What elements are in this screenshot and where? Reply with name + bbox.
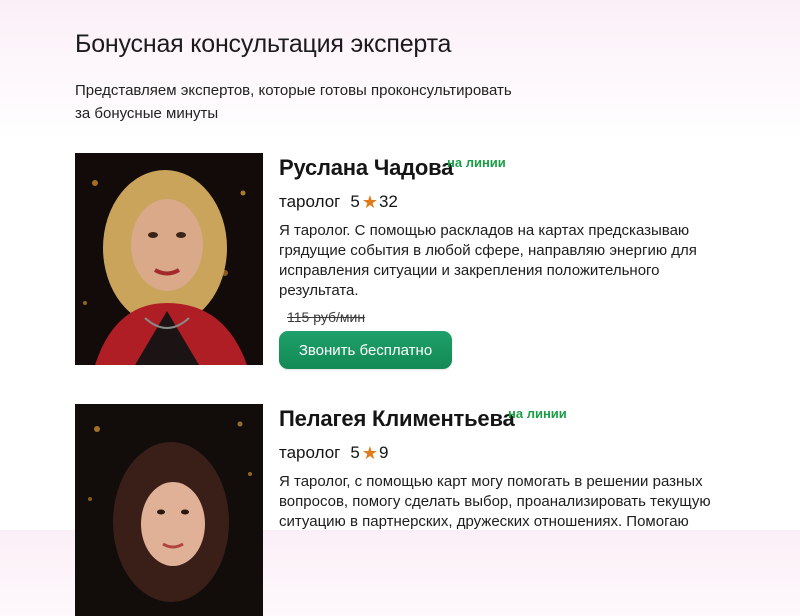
page: Бонусная консультация эксперта Представл…: [0, 0, 800, 616]
expert-role: таролог: [279, 192, 341, 211]
star-icon: ★: [361, 191, 378, 212]
expert-description: Я таролог, с помощью карт могу помогать …: [279, 473, 711, 530]
expert-photo[interactable]: [75, 153, 263, 365]
expert-description: Я таролог. С помощью раскладов на картах…: [279, 222, 697, 299]
expert-meta: таролог 5 ★ 32: [279, 189, 739, 215]
old-price: 115 руб/мин: [287, 309, 366, 325]
expert-meta: таролог 5 ★ 9: [279, 440, 739, 466]
star-icon: ★: [361, 442, 378, 463]
name-row: Пелагея Климентьева на линии: [279, 404, 739, 438]
expert-reviews-count: 9: [378, 443, 389, 462]
page-title: Бонусная консультация эксперта: [75, 30, 452, 58]
name-row: Руслана Чадова на линии: [279, 153, 739, 187]
expert-reviews-count: 32: [378, 192, 398, 211]
online-status-badge: на линии: [447, 155, 506, 170]
expert-name[interactable]: Пелагея Климентьева: [279, 406, 515, 432]
subtitle-line-1: Представляем экспертов, которые готовы п…: [75, 82, 512, 99]
expert-info: Руслана Чадова на линии таролог 5 ★ 32 Я…: [279, 153, 739, 369]
subtitle-line-2: за бонусные минуты: [75, 105, 219, 122]
expert-name[interactable]: Руслана Чадова: [279, 155, 453, 181]
expert-rating: 5: [350, 192, 360, 211]
online-status-badge: на линии: [508, 406, 567, 421]
call-free-button[interactable]: Звонить бесплатно: [279, 331, 452, 369]
expert-role: таролог: [279, 443, 341, 462]
expert-photo[interactable]: [75, 404, 263, 616]
page-subtitle: Представляем экспертов, которые готовы п…: [75, 79, 555, 125]
expert-info: Пелагея Климентьева на линии таролог 5 ★…: [279, 404, 739, 532]
expert-rating: 5: [350, 443, 360, 462]
